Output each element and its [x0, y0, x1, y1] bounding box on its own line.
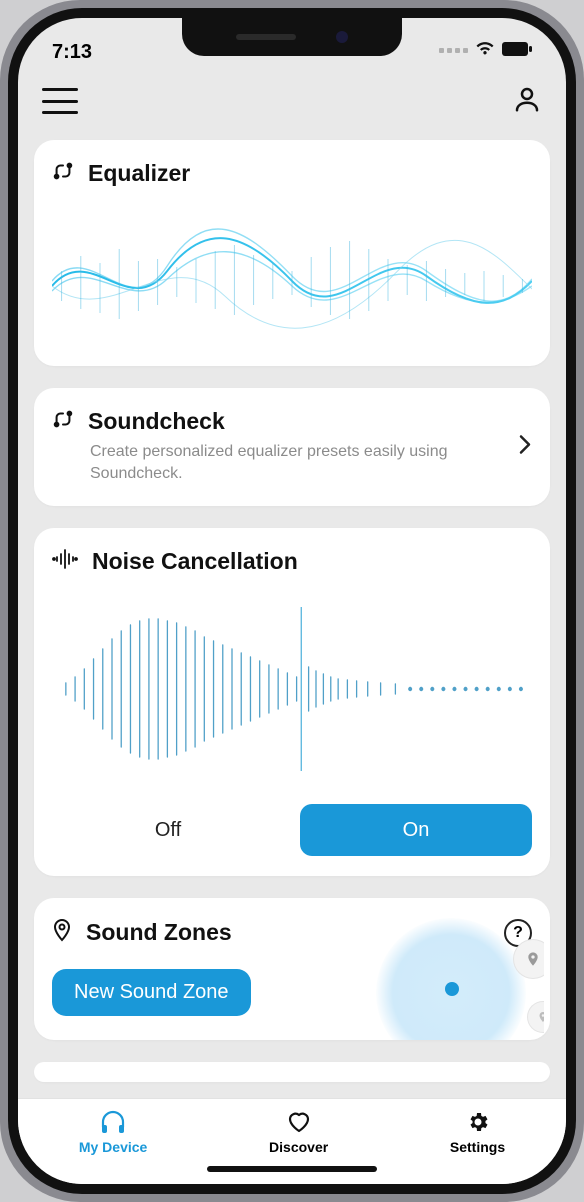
soundcheck-title: Soundcheck — [88, 408, 225, 435]
nc-off-button[interactable]: Off — [52, 804, 284, 856]
noise-cancellation-title: Noise Cancellation — [92, 548, 298, 575]
status-time: 7:13 — [52, 41, 92, 64]
wifi-icon — [474, 39, 496, 62]
soundcheck-card[interactable]: Soundcheck Create personalized equalizer… — [34, 388, 550, 506]
battery-icon — [502, 39, 532, 62]
routing-icon — [52, 160, 74, 187]
equalizer-title: Equalizer — [88, 160, 190, 187]
routing-icon — [52, 408, 74, 435]
nav-my-device-label: My Device — [79, 1139, 147, 1155]
phone-frame: 7:13 — [0, 0, 584, 1202]
sound-zones-title: Sound Zones — [86, 919, 232, 946]
noise-cancellation-card: Noise Cancellation — [34, 528, 550, 876]
menu-icon[interactable] — [42, 88, 78, 114]
soundcheck-subtitle: Create personalized equalizer presets ea… — [90, 441, 532, 484]
nav-discover-label: Discover — [269, 1139, 328, 1155]
cellular-dots-icon — [439, 48, 468, 53]
nav-my-device[interactable]: My Device — [79, 1109, 147, 1155]
new-sound-zone-button[interactable]: New Sound Zone — [52, 969, 251, 1016]
equalizer-wave-graphic — [52, 201, 532, 341]
nav-settings[interactable]: Settings — [450, 1109, 505, 1155]
sound-zones-card: Sound Zones ? New Sound Zone — [34, 898, 550, 1040]
gear-icon — [466, 1109, 490, 1135]
screen: 7:13 — [18, 18, 566, 1184]
equalizer-card[interactable]: Equalizer — [34, 140, 550, 366]
nc-on-button[interactable]: On — [300, 804, 532, 856]
sound-zone-graphic — [364, 900, 544, 1040]
zone-pin-icon — [528, 1002, 544, 1032]
status-indicators — [439, 39, 532, 62]
profile-icon[interactable] — [512, 84, 542, 119]
nav-settings-label: Settings — [450, 1139, 505, 1155]
phone-bezel: 7:13 — [8, 8, 576, 1194]
next-card-peek — [34, 1062, 550, 1082]
noise-cancellation-graphic — [52, 589, 532, 789]
pin-icon — [52, 918, 72, 947]
chevron-right-icon — [518, 434, 532, 461]
soundwave-icon — [52, 548, 78, 575]
nav-discover[interactable]: Discover — [269, 1109, 328, 1155]
content-area: Equalizer — [18, 136, 566, 1098]
notch — [182, 18, 402, 56]
headphones-icon — [99, 1109, 127, 1135]
home-indicator[interactable] — [207, 1166, 377, 1172]
heart-icon — [286, 1109, 312, 1135]
app-header — [18, 66, 566, 136]
nc-toggle: Off On — [52, 804, 532, 856]
